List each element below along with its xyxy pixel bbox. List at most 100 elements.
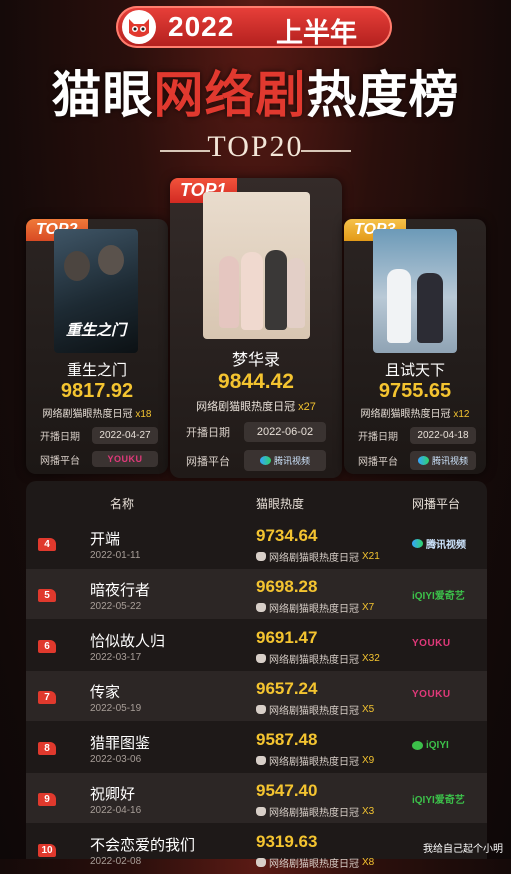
poster-image: 重生之门 [54, 229, 138, 353]
heat-score: 9817.92 [60, 380, 134, 402]
heat-score: 9547.40 [256, 781, 318, 800]
platform-row: 网播平台 腾讯视频 [186, 450, 326, 471]
release-date-row: 开播日期 2022-04-18 [358, 427, 476, 444]
podium-card-top1[interactable]: TOP1 梦华录 9844.42 网络剧猫眼热度日冠 x27 开播日期 2022… [170, 178, 342, 478]
poster-figure [219, 256, 239, 328]
poster-image [373, 229, 457, 353]
poster-title: 重生之门 [65, 322, 126, 339]
rank-badge: 5 [38, 589, 56, 602]
rank-badge: 10 [38, 844, 56, 857]
drama-title: 暗夜行者 [90, 582, 151, 599]
drama-title: 祝卿好 [90, 786, 136, 803]
daily-crown: 网络剧猫眼热度日冠 X7 [256, 600, 374, 615]
drama-title: 且试天下 [384, 362, 445, 379]
ranking-table: 名称 猫眼热度 网播平台 4 开端 2022-01-11 9734.64 网络剧猫眼热度… [26, 481, 487, 870]
cat-icon [256, 756, 266, 765]
cat-icon [256, 654, 266, 663]
watermark: 我给自己起个小明 [423, 844, 503, 855]
release-date-row: 开播日期 2022-04-27 [40, 427, 158, 444]
drama-title: 恰似故人归 [90, 633, 166, 650]
tencent-video-logo-icon: 腾讯视频 [410, 451, 476, 470]
daily-crown: 网络剧猫眼热度日冠 X5 [256, 702, 374, 717]
rank-badge: 9 [38, 793, 56, 806]
table-row[interactable]: 10 不会恋爱的我们 2022-02-08 9319.63 网络剧猫眼热度日冠 X8 [26, 824, 487, 874]
drama-title: 不会恋爱的我们 [90, 837, 196, 854]
heat-score: 9734.64 [256, 526, 318, 545]
iqiyi-logo-icon: iQIYI [412, 740, 449, 751]
poster-figure [287, 258, 305, 328]
poster-figure [387, 269, 411, 343]
release-date: 2022-03-17 [90, 652, 142, 663]
heat-score: 9319.63 [256, 832, 318, 851]
daily-crown: 网络剧猫眼热度日冠 x12 [360, 409, 470, 420]
poster-figure [241, 252, 263, 330]
podium-card-top2[interactable]: TOP2 重生之门 重生之门 9817.92 网络剧猫眼热度日冠 x18 开播日… [26, 219, 168, 474]
heat-score: 9657.24 [256, 679, 318, 698]
cat-icon [256, 603, 266, 612]
release-date: 2022-02-08 [90, 856, 142, 867]
table-row[interactable]: 5 暗夜行者 2022-05-22 9698.28 网络剧猫眼热度日冠 X7 iQIYI爱奇… [26, 569, 487, 619]
maoyan-cat-logo-icon [122, 10, 156, 44]
daily-crown: 网络剧猫眼热度日冠 X32 [256, 651, 380, 666]
rank-badge: 4 [38, 538, 56, 551]
drama-title: 传家 [90, 684, 121, 701]
heat-score: 9755.65 [378, 380, 452, 402]
youku-logo-icon: YOUKU [412, 638, 451, 649]
cat-icon [256, 705, 266, 714]
youku-logo-icon: YOUKU [412, 689, 451, 700]
column-header-platform: 网播平台 [412, 497, 461, 511]
header-half: 上半年 [276, 18, 357, 48]
daily-crown: 网络剧猫眼热度日冠 x27 [196, 401, 316, 413]
cat-icon [256, 552, 266, 561]
table-row[interactable]: 9 祝卿好 2022-04-16 9547.40 网络剧猫眼热度日冠 X3 iQIYI爱奇艺 [26, 773, 487, 823]
release-date: 2022-03-06 [90, 754, 142, 765]
header-year: 2022 [168, 11, 235, 42]
page-title: 猫眼网络剧热度榜 [51, 67, 460, 123]
heat-score: 9698.28 [256, 577, 318, 596]
column-header-name: 名称 [110, 497, 135, 511]
platform-row: 网播平台 腾讯视频 [358, 451, 476, 470]
poster-figure [98, 245, 124, 275]
tencent-video-logo-icon: 腾讯视频 [412, 536, 466, 551]
heat-score: 9691.47 [256, 628, 318, 647]
tencent-video-logo-icon: 腾讯视频 [244, 450, 326, 471]
heat-score: 9587.48 [256, 730, 318, 749]
poster-image [203, 192, 310, 339]
release-date: 2022-04-16 [90, 805, 142, 816]
drama-title: 猎罪图鉴 [90, 735, 151, 752]
drama-title: 重生之门 [66, 362, 127, 379]
drama-title: 开端 [90, 531, 121, 548]
iqiyi-logo-icon: iQIYI爱奇艺 [412, 591, 465, 602]
release-date: 2022-05-19 [90, 703, 142, 714]
iqiyi-logo-icon: iQIYI爱奇艺 [412, 795, 465, 806]
drama-title: 梦华录 [231, 352, 280, 369]
rank-badge: 7 [38, 691, 56, 704]
release-date: 2022-01-11 [90, 550, 141, 561]
table-row[interactable]: 7 传家 2022-05-19 9657.24 网络剧猫眼热度日冠 X5 YOUKU [26, 671, 487, 721]
poster-figure [417, 273, 443, 343]
daily-crown: 网络剧猫眼热度日冠 X8 [256, 855, 374, 870]
rank-badge: 6 [38, 640, 56, 653]
podium-card-top3[interactable]: TOP3 且试天下 9755.65 网络剧猫眼热度日冠 x12 开播日期 202… [344, 219, 486, 474]
table-row[interactable]: 8 猎罪图鉴 2022-03-06 9587.48 网络剧猫眼热度日冠 X9 iQIYI [26, 722, 487, 772]
divider-right [301, 150, 351, 152]
platform-row: 网播平台 YOUKU [40, 451, 158, 467]
rank-badge: 8 [38, 742, 56, 755]
table-row[interactable]: 4 开端 2022-01-11 9734.64 网络剧猫眼热度日冠 X21 腾讯视频 [26, 518, 487, 568]
column-header-score: 猫眼热度 [256, 497, 305, 511]
daily-crown: 网络剧猫眼热度日冠 x18 [42, 409, 152, 420]
cat-icon [256, 807, 266, 816]
table-row[interactable]: 6 恰似故人归 2022-03-17 9691.47 网络剧猫眼热度日冠 X32 YOUKU [26, 620, 487, 670]
header-badge: 2022 上半年 [116, 6, 392, 48]
daily-crown: 网络剧猫眼热度日冠 X9 [256, 753, 374, 768]
poster-figure [64, 251, 90, 281]
release-date-row: 开播日期 2022-06-02 [186, 422, 326, 442]
cat-icon [256, 858, 266, 867]
youku-logo-icon: YOUKU [92, 451, 158, 467]
poster-figure [265, 250, 287, 330]
page-subtitle: TOP20 [207, 130, 304, 163]
heat-score: 9844.42 [218, 370, 294, 393]
daily-crown: 网络剧猫眼热度日冠 X21 [256, 549, 380, 564]
daily-crown: 网络剧猫眼热度日冠 X3 [256, 804, 374, 819]
release-date: 2022-05-22 [90, 601, 142, 612]
